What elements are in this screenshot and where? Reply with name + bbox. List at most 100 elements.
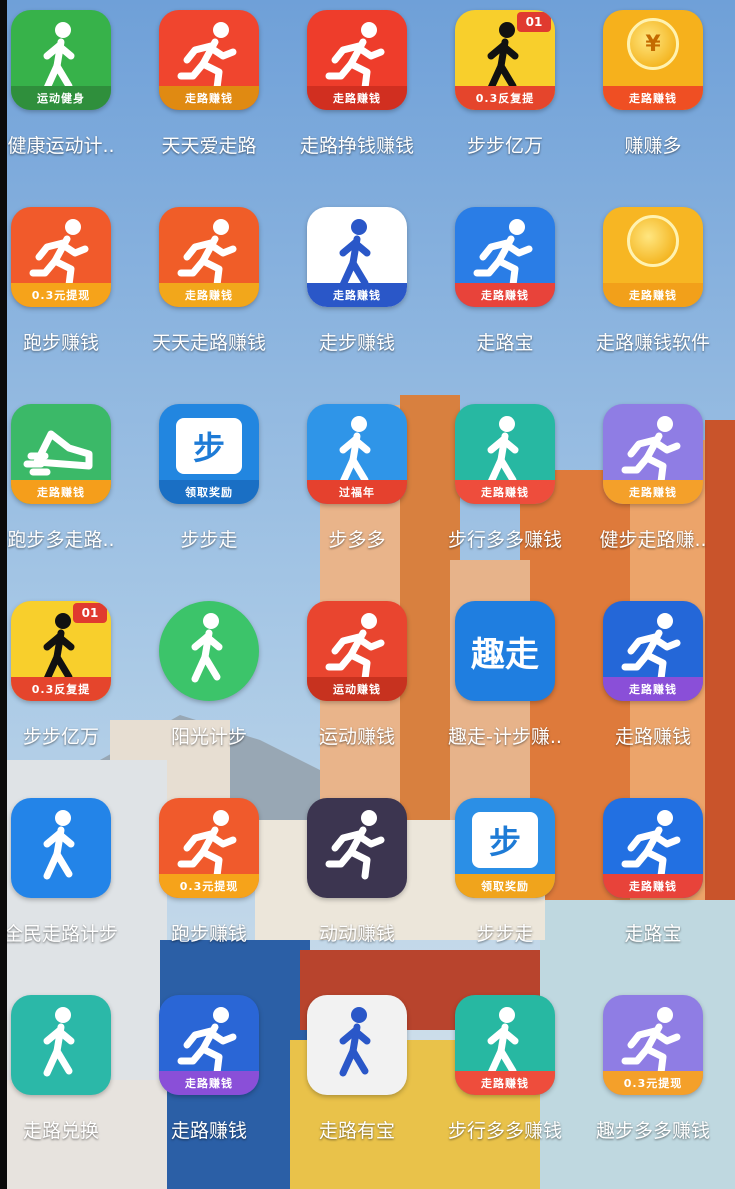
app-launcher[interactable]: 走路赚钱步行多多赚钱 — [431, 995, 579, 1155]
icon-band-text: 走路赚钱 — [307, 86, 407, 110]
runner-icon[interactable]: 走路赚钱 — [159, 995, 259, 1095]
icon-band-text: 走路赚钱 — [159, 1071, 259, 1095]
walker-icon[interactable]: 走路赚钱 — [455, 404, 555, 504]
app-label: 步行多多赚钱 — [447, 1120, 562, 1142]
text-icon[interactable]: 趣走 — [455, 601, 555, 701]
runner-icon[interactable]: 走路赚钱 — [603, 798, 703, 898]
icon-band-text: 走路赚钱 — [159, 86, 259, 110]
walker-dark-icon[interactable]: 01 0.3反复提 — [11, 601, 111, 701]
icon-band-text: 过福年 — [307, 480, 407, 504]
app-label: 走路挣钱赚钱 — [299, 135, 414, 157]
app-launcher[interactable]: 走路赚钱 走路赚钱 — [135, 995, 283, 1155]
app-launcher[interactable]: 01 0.3反复提 步步亿万 — [431, 10, 579, 170]
app-launcher[interactable]: 走路有宝 — [283, 995, 431, 1155]
runner-icon[interactable]: 0.3元提现 — [159, 798, 259, 898]
app-label: 动动赚钱 — [318, 923, 395, 945]
runner-icon[interactable]: 走路赚钱 — [603, 404, 703, 504]
app-launcher[interactable]: 走路赚钱 天天走路赚钱 — [135, 207, 283, 367]
walker-icon[interactable]: 过福年 — [307, 404, 407, 504]
app-launcher[interactable]: ¥ 走路赚钱赚赚多 — [579, 10, 727, 170]
icon-band-text: 走路赚钱 — [603, 480, 703, 504]
app-launcher[interactable]: 运动赚钱 运动赚钱 — [283, 601, 431, 761]
app-label: 步行多多赚钱 — [447, 529, 562, 551]
app-launcher[interactable]: 走路兑换 — [0, 995, 135, 1155]
icon-band-text: 走路赚钱 — [603, 86, 703, 110]
app-launcher[interactable]: 步领取奖励 步步走 — [431, 798, 579, 958]
walker-dark-icon[interactable]: 01 0.3反复提 — [455, 10, 555, 110]
icon-text: 趣走 — [471, 634, 539, 675]
app-label: 走路兑换 — [22, 1120, 99, 1142]
figure-glyph — [43, 810, 75, 880]
icon-band-text: 领取奖励 — [455, 874, 555, 898]
icon-band-text: 走路赚钱 — [455, 480, 555, 504]
app-launcher[interactable]: 动动赚钱 — [283, 798, 431, 958]
app-label: 走路赚钱 — [170, 1120, 247, 1142]
app-launcher[interactable]: 全民走路计步 — [0, 798, 135, 958]
icon-badge: 01 — [73, 603, 107, 623]
app-launcher[interactable]: 走路赚钱步行多多赚钱 — [431, 404, 579, 564]
app-label: 跑步多走路.. — [7, 529, 115, 551]
icon-band-text: 走路赚钱 — [603, 283, 703, 307]
app-launcher[interactable]: 走路赚钱跑步多走路.. — [0, 404, 135, 564]
walker-icon[interactable]: 走路赚钱 — [455, 995, 555, 1095]
step-text-icon[interactable]: 步领取奖励 — [159, 404, 259, 504]
coin-icon[interactable]: 走路赚钱 — [603, 207, 703, 307]
app-label: 运动赚钱 — [318, 726, 395, 748]
app-launcher[interactable]: 走路赚钱 走路赚钱 — [579, 601, 727, 761]
shoe-icon[interactable]: 走路赚钱 — [11, 404, 111, 504]
walker-blue-icon[interactable] — [307, 995, 407, 1095]
icon-band-text: 0.3反复提 — [455, 86, 555, 110]
runner-icon[interactable]: 走路赚钱 — [159, 207, 259, 307]
icon-band-text: 走路赚钱 — [603, 677, 703, 701]
icon-band-text: 0.3元提现 — [11, 283, 111, 307]
runner-icon[interactable] — [307, 798, 407, 898]
app-launcher[interactable]: 走路赚钱健步走路赚.. — [579, 404, 727, 564]
app-label: 跑步赚钱 — [22, 332, 99, 354]
screen-edge — [0, 0, 7, 1189]
app-launcher[interactable]: 0.3元提现 跑步赚钱 — [135, 798, 283, 958]
runner-icon[interactable]: 走路赚钱 — [307, 10, 407, 110]
app-launcher[interactable]: 步领取奖励 步步走 — [135, 404, 283, 564]
runner-icon[interactable]: 0.3元提现 — [603, 995, 703, 1095]
app-launcher[interactable]: 01 0.3反复提 步步亿万 — [0, 601, 135, 761]
runner-icon[interactable]: 走路赚钱 — [455, 207, 555, 307]
walker-icon[interactable]: 运动健身 — [11, 10, 111, 110]
runner-icon[interactable]: 0.3元提现 — [11, 207, 111, 307]
app-label: 走步赚钱 — [318, 332, 395, 354]
app-launcher[interactable]: 走路赚钱 走路宝 — [431, 207, 579, 367]
app-label: 走路有宝 — [318, 1120, 395, 1142]
app-label: 步步走 — [476, 923, 534, 945]
runner-icon[interactable]: 走路赚钱 — [159, 10, 259, 110]
app-launcher[interactable]: 走路赚钱走路挣钱赚钱 — [283, 10, 431, 170]
app-launcher[interactable]: 趣走 趣走-计步赚.. — [431, 601, 579, 761]
app-launcher[interactable]: 阳光计步 — [135, 601, 283, 761]
app-label: 走路宝 — [624, 923, 682, 945]
coin-symbol — [627, 215, 679, 267]
app-label: 走路赚钱 — [614, 726, 691, 748]
icon-band-text: 0.3元提现 — [603, 1071, 703, 1095]
app-launcher[interactable]: 0.3元提现 跑步赚钱 — [0, 207, 135, 367]
coin-icon[interactable]: ¥ 走路赚钱 — [603, 10, 703, 110]
icon-band-text: 走路赚钱 — [455, 283, 555, 307]
app-launcher[interactable]: 0.3元提现 趣步多多赚钱 — [579, 995, 727, 1155]
app-launcher[interactable]: 走路赚钱 天天爱走路 — [135, 10, 283, 170]
app-label: 健步走路赚.. — [599, 529, 707, 551]
step-text-icon[interactable]: 步领取奖励 — [455, 798, 555, 898]
runner-icon[interactable]: 运动赚钱 — [307, 601, 407, 701]
walker-icon[interactable] — [159, 601, 259, 701]
walker-icon[interactable] — [11, 798, 111, 898]
app-label: 赚赚多 — [624, 135, 682, 157]
app-label: 步多多 — [328, 529, 386, 551]
walker-blue-icon[interactable]: 走路赚钱 — [307, 207, 407, 307]
app-launcher[interactable]: 过福年 步多多 — [283, 404, 431, 564]
runner-icon[interactable]: 走路赚钱 — [603, 601, 703, 701]
figure-glyph — [191, 613, 223, 683]
app-launcher[interactable]: 走路赚钱 走路赚钱软件 — [579, 207, 727, 367]
walker-icon[interactable] — [11, 995, 111, 1095]
app-label: 趣步多多赚钱 — [595, 1120, 710, 1142]
app-launcher[interactable]: 运动健身 健康运动计.. — [0, 10, 135, 170]
app-label: 步步走 — [180, 529, 238, 551]
icon-badge: 01 — [517, 12, 551, 32]
app-launcher[interactable]: 走路赚钱 走步赚钱 — [283, 207, 431, 367]
app-launcher[interactable]: 走路赚钱 走路宝 — [579, 798, 727, 958]
